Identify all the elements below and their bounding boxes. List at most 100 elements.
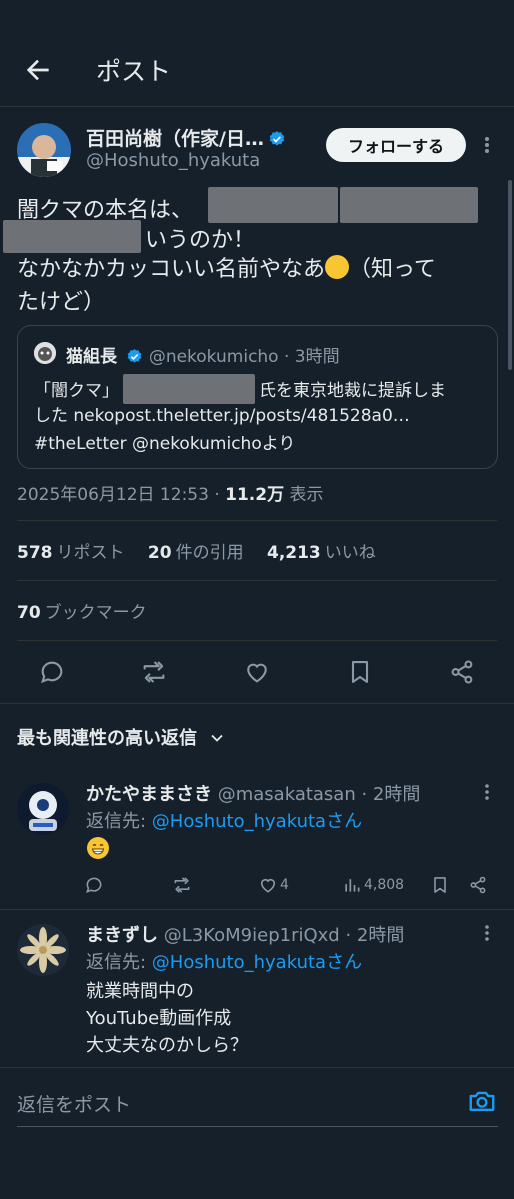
more-icon[interactable] bbox=[480, 922, 494, 944]
quotes-label: 件の引用 bbox=[175, 543, 244, 563]
like-icon bbox=[260, 878, 276, 893]
likes-stat[interactable]: 4,213 いいね bbox=[267, 543, 376, 563]
bookmark-icon[interactable] bbox=[346, 658, 374, 686]
reply-header: まきずし @L3KoM9iep1riQxd · 2時間 bbox=[86, 921, 404, 947]
reply-to-handle[interactable]: @Hoshuto_hyakutaさん bbox=[152, 952, 362, 973]
quotes-count: 20 bbox=[147, 543, 172, 563]
quote-meta: 猫組長 @nekokumicho · 3時間 bbox=[66, 342, 340, 367]
reply-author-name[interactable]: まきずし bbox=[86, 925, 158, 946]
author-name-text[interactable]: 百田尚樹（作家/日… bbox=[86, 128, 264, 150]
likes-label: いいね bbox=[324, 543, 376, 563]
quote-text-line: 「闇クマ」 bbox=[34, 381, 119, 401]
bookmarks-stat[interactable]: 70 ブックマーク bbox=[17, 598, 147, 623]
chevron-down-icon bbox=[211, 734, 223, 742]
top-bar: ポスト bbox=[0, 0, 514, 107]
redacted-block bbox=[208, 187, 339, 223]
redacted-block bbox=[123, 374, 255, 404]
reply-avatar[interactable] bbox=[17, 783, 69, 835]
reply-icon[interactable] bbox=[38, 658, 66, 686]
quoted-post[interactable]: 猫組長 @nekokumicho · 3時間 「闇クマ」 氏を東京地裁に提訴しま … bbox=[17, 325, 498, 469]
quote-author-handle: @nekokumicho bbox=[148, 347, 279, 367]
repost-icon[interactable] bbox=[140, 658, 168, 686]
post-text-line: いうのか！ bbox=[145, 228, 256, 253]
back-arrow-icon[interactable] bbox=[22, 54, 54, 86]
divider bbox=[0, 1067, 514, 1068]
reply-compose-input[interactable]: 返信をポスト bbox=[17, 1090, 131, 1117]
camera-icon[interactable] bbox=[467, 1086, 497, 1116]
views-count: 11.2万 bbox=[225, 485, 285, 505]
views-count: 4,808 bbox=[364, 877, 405, 893]
redacted-block bbox=[340, 187, 479, 223]
share-button[interactable] bbox=[468, 873, 490, 897]
reply-time: · 2時間 bbox=[345, 925, 405, 946]
verified-badge-icon bbox=[128, 349, 142, 363]
engagement-stats: 578 リポスト 20 件の引用 4,213 いいね bbox=[17, 538, 376, 563]
repost-button[interactable] bbox=[172, 873, 194, 897]
reply-author-handle[interactable]: @L3KoM9iep1riQxd bbox=[164, 925, 340, 946]
reply-text-line: 就業時間中の bbox=[86, 981, 194, 1002]
more-icon[interactable] bbox=[478, 131, 496, 159]
reply-text: 就業時間中の YouTube動画作成 大丈夫なのかしら？ bbox=[86, 978, 248, 1059]
like-count: 4 bbox=[280, 877, 289, 893]
likes-count: 4,213 bbox=[266, 543, 321, 563]
repost-icon bbox=[174, 877, 190, 893]
divider bbox=[17, 640, 497, 641]
divider bbox=[17, 580, 497, 581]
reply-text-line: YouTube動画作成 bbox=[86, 1008, 232, 1029]
quote-text-line: 氏を東京地裁に提訴しま bbox=[259, 381, 446, 401]
author-name[interactable]: 百田尚樹（作家/日… bbox=[86, 124, 286, 151]
reply-to: 返信先: @Hoshuto_hyakutaさん bbox=[86, 948, 362, 974]
quote-avatar bbox=[34, 342, 56, 364]
reposts-count: 578 bbox=[17, 543, 53, 563]
reply-author-name[interactable]: かたやままさき bbox=[86, 784, 212, 805]
author-avatar[interactable] bbox=[17, 123, 71, 177]
scrollbar[interactable] bbox=[508, 180, 512, 370]
reply-header: かたやままさき @masakatasan · 2時間 bbox=[86, 780, 420, 806]
reply-to-label: 返信先: bbox=[86, 952, 152, 973]
reply-button[interactable] bbox=[84, 873, 106, 897]
post-text: 闇クマの本名は、 いうのか！ なかなかカッコいい名前やなあ （知って たけど） bbox=[3, 187, 497, 319]
bookmarks-label: ブックマーク bbox=[44, 603, 147, 623]
bookmark-button[interactable] bbox=[430, 873, 452, 897]
reply-text-line: 大丈夫なのかしら？ bbox=[86, 1035, 248, 1056]
post-timestamp: 2025年06月12日 12:53 · 11.2万 表示 bbox=[17, 480, 324, 505]
reply-author-handle[interactable]: @masakatasan bbox=[218, 784, 356, 805]
reply-to: 返信先: @Hoshuto_hyakutaさん bbox=[86, 807, 362, 833]
reply-avatar[interactable] bbox=[17, 924, 69, 976]
reply-to-label: 返信先: bbox=[86, 811, 152, 832]
divider bbox=[0, 703, 514, 704]
views-icon bbox=[345, 879, 360, 892]
replies-sort-dropdown[interactable]: 最も関連性の高い返信 bbox=[17, 724, 227, 750]
like-button[interactable]: 4 bbox=[258, 873, 289, 897]
bookmarks-count: 70 bbox=[17, 603, 41, 623]
views-button[interactable]: 4,808 bbox=[342, 873, 404, 897]
divider bbox=[17, 520, 497, 521]
quote-text-line: #theLetter @nekokumichoより bbox=[34, 434, 296, 454]
timestamp-text: 2025年06月12日 12:53 · bbox=[17, 485, 226, 505]
post-text-line: なかなかカッコいい名前やなあ bbox=[17, 257, 326, 282]
reposts-label: リポスト bbox=[56, 543, 125, 563]
quote-text-line: した nekopost.theletter.jp/posts/481528a0… bbox=[34, 406, 410, 426]
reposts-stat[interactable]: 578 リポスト bbox=[17, 543, 125, 563]
quotes-stat[interactable]: 20 件の引用 bbox=[148, 543, 244, 563]
follow-button[interactable]: フォローする bbox=[326, 128, 466, 162]
compose-underline bbox=[17, 1126, 498, 1127]
quote-time: · 3時間 bbox=[284, 347, 340, 367]
views-label: 表示 bbox=[289, 485, 324, 505]
verified-badge-icon bbox=[269, 131, 285, 146]
reply-to-handle[interactable]: @Hoshuto_hyakutaさん bbox=[152, 811, 362, 832]
quote-author-name: 猫組長 bbox=[66, 347, 117, 367]
replies-sort-label: 最も関連性の高い返信 bbox=[17, 728, 197, 749]
reply-action-bar: 4 4,808 bbox=[84, 873, 496, 897]
post-text-line: たけど） bbox=[17, 290, 106, 315]
author-handle[interactable]: @Hoshuto_hyakuta bbox=[86, 150, 260, 171]
more-icon[interactable] bbox=[480, 781, 494, 803]
bookmark-icon bbox=[434, 877, 446, 893]
like-icon[interactable] bbox=[243, 658, 271, 686]
reply-time: · 2時間 bbox=[361, 784, 421, 805]
grinning-emoji bbox=[87, 837, 109, 859]
share-icon[interactable] bbox=[448, 658, 476, 686]
divider bbox=[0, 909, 514, 910]
post-text-line: （知って bbox=[349, 257, 436, 282]
reply-text bbox=[86, 836, 110, 868]
